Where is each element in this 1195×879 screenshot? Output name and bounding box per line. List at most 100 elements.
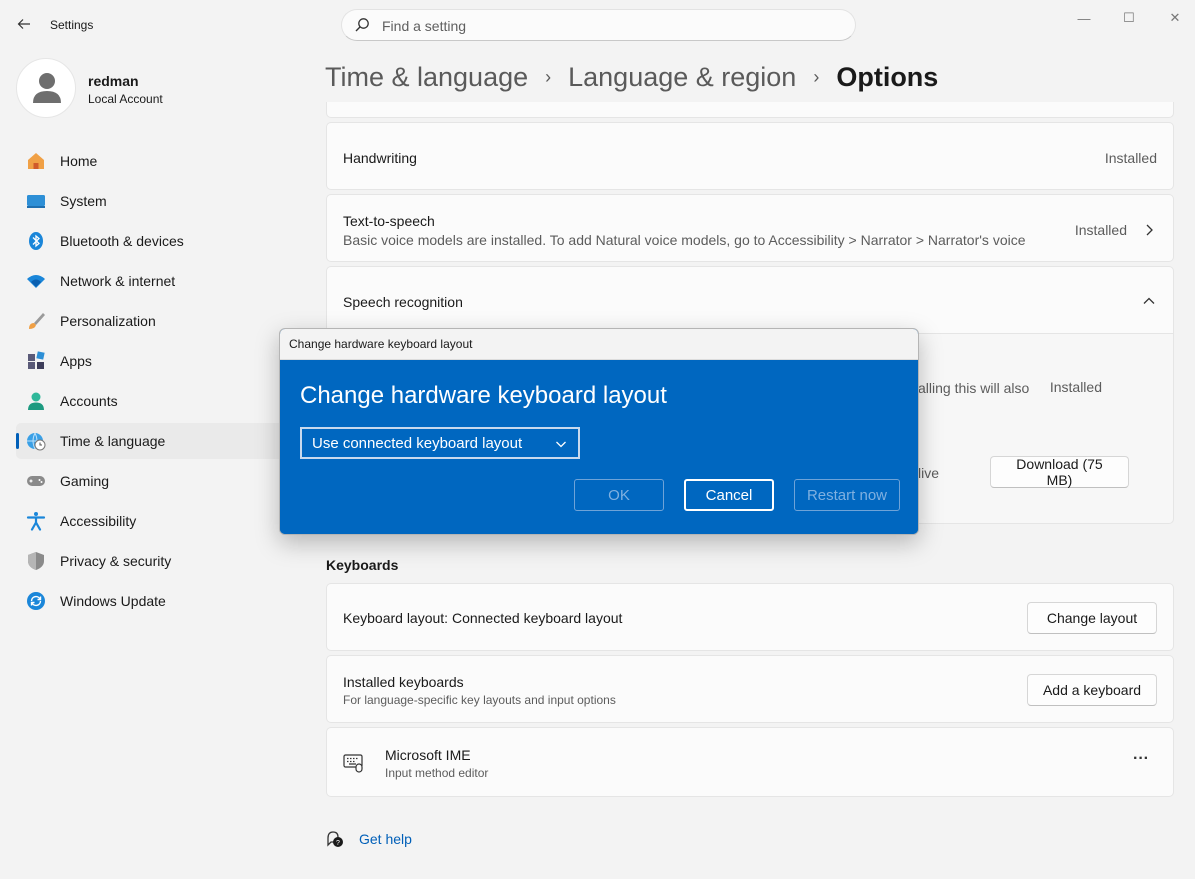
sidebar-item-personalization[interactable]: Personalization — [16, 303, 286, 339]
search-input[interactable] — [382, 16, 822, 36]
maximize-button[interactable]: ☐ — [1106, 6, 1152, 30]
sidebar-item-label: Network & internet — [60, 273, 176, 289]
close-icon: ✕ — [1169, 10, 1181, 25]
sidebar-item-time-language[interactable]: Time & language — [16, 423, 286, 459]
sidebar-item-bluetooth[interactable]: Bluetooth & devices — [16, 223, 286, 259]
dialog-heading: Change hardware keyboard layout — [300, 382, 667, 409]
keyboard-icon — [343, 754, 363, 773]
ime-title: Microsoft IME — [385, 747, 471, 763]
speech-title: Speech recognition — [343, 294, 463, 310]
tts-card[interactable]: Text-to-speech Basic voice models are in… — [326, 194, 1174, 262]
sidebar-item-label: Home — [60, 153, 98, 169]
sidebar-item-label: Apps — [60, 353, 92, 369]
gamepad-icon — [26, 471, 46, 491]
dialog-body: Change hardware keyboard layout Use conn… — [280, 360, 918, 534]
tts-status: Installed — [1074, 222, 1127, 238]
restart-now-button[interactable]: Restart now — [794, 479, 900, 511]
home-icon — [26, 151, 46, 171]
speech-card-header[interactable]: Speech recognition — [326, 266, 1174, 334]
download-button[interactable]: Download (75 MB) — [990, 456, 1129, 488]
ime-subtitle: Input method editor — [385, 766, 489, 780]
sidebar-item-system[interactable]: System — [16, 183, 286, 219]
keyboard-layout-select[interactable]: Use connected keyboard layout — [300, 427, 580, 459]
svg-text:?: ? — [336, 840, 340, 847]
shield-icon — [26, 551, 46, 571]
sidebar-item-label: Time & language — [60, 433, 166, 449]
breadcrumb-separator: › — [813, 66, 820, 87]
installed-keyboards-title: Installed keyboards — [343, 674, 464, 690]
account-type: Local Account — [88, 92, 163, 106]
sidebar-item-label: Windows Update — [60, 593, 166, 609]
breadcrumb-item-language-region[interactable]: Language & region — [568, 62, 796, 93]
card-cutoff — [326, 102, 1174, 118]
sidebar-item-label: System — [60, 193, 107, 209]
close-button[interactable]: ✕ — [1152, 6, 1195, 30]
title-bar: Settings — ☐ ✕ — [0, 0, 1195, 50]
arrow-left-icon — [17, 19, 30, 29]
sidebar-item-label: Bluetooth & devices — [60, 233, 184, 249]
get-help-label: Get help — [359, 831, 412, 847]
system-icon — [26, 191, 46, 211]
breadcrumb-separator: › — [545, 66, 552, 87]
search-box[interactable] — [341, 9, 856, 41]
change-layout-button[interactable]: Change layout — [1027, 602, 1157, 634]
accounts-icon — [26, 391, 46, 411]
brush-icon — [26, 311, 46, 331]
tts-subtitle: Basic voice models are installed. To add… — [343, 232, 1026, 248]
speech-status: Installed — [1049, 379, 1102, 395]
sidebar-item-home[interactable]: Home — [16, 143, 286, 179]
keyboard-layout-title: Keyboard layout: Connected keyboard layo… — [343, 610, 623, 626]
bluetooth-icon — [26, 231, 46, 251]
sidebar-item-label: Personalization — [60, 313, 156, 329]
change-layout-dialog: Change hardware keyboard layout Change h… — [279, 328, 919, 535]
sidebar-item-accounts[interactable]: Accounts — [16, 383, 286, 419]
sidebar-item-label: Privacy & security — [60, 553, 172, 569]
breadcrumb-item-time-language[interactable]: Time & language — [325, 62, 528, 93]
handwriting-title: Handwriting — [343, 150, 417, 166]
wifi-icon — [26, 271, 46, 291]
user-icon — [33, 73, 61, 103]
dialog-title-bar: Change hardware keyboard layout — [280, 329, 918, 360]
chevron-right-icon — [1146, 224, 1153, 236]
installed-keyboards-card: Installed keyboards For language-specifi… — [326, 655, 1174, 723]
add-keyboard-button[interactable]: Add a keyboard — [1027, 674, 1157, 706]
breadcrumb: Time & language › Language & region › Op… — [325, 58, 938, 96]
sidebar-item-label: Gaming — [60, 473, 110, 489]
chevron-down-icon — [556, 441, 566, 448]
minimize-button[interactable]: — — [1061, 6, 1107, 30]
search-icon — [355, 18, 369, 32]
page-title: Options — [836, 61, 939, 92]
sidebar-item-windows-update[interactable]: Windows Update — [16, 583, 286, 619]
sidebar-item-accessibility[interactable]: Accessibility — [16, 503, 286, 539]
speech-partial-text-2: live — [918, 465, 940, 481]
installed-keyboards-subtitle: For language-specific key layouts and in… — [343, 693, 616, 707]
apps-icon — [26, 351, 46, 371]
maximize-icon: ☐ — [1123, 10, 1135, 25]
cancel-button[interactable]: Cancel — [684, 479, 774, 511]
ime-card: Microsoft IME Input method editor ··· — [326, 727, 1174, 797]
help-icon: ? — [327, 831, 343, 847]
more-options-button[interactable]: ··· — [1133, 750, 1149, 768]
tts-title: Text-to-speech — [343, 213, 435, 229]
minimize-icon: — — [1077, 10, 1091, 26]
accessibility-icon — [26, 511, 46, 531]
back-button[interactable] — [12, 12, 36, 36]
speech-partial-text: alling this will also — [918, 380, 1030, 396]
sidebar-item-label: Accounts — [60, 393, 118, 409]
sidebar-item-label: Accessibility — [60, 513, 137, 529]
app-title: Settings — [50, 18, 94, 32]
user-name: redman — [88, 73, 139, 89]
handwriting-card: Handwriting Installed — [326, 122, 1174, 190]
ok-button[interactable]: OK — [574, 479, 664, 511]
update-icon — [26, 591, 46, 611]
sidebar-item-privacy[interactable]: Privacy & security — [16, 543, 286, 579]
keyboard-layout-card: Keyboard layout: Connected keyboard layo… — [326, 583, 1174, 651]
globe-clock-icon — [26, 431, 46, 451]
sidebar-item-network[interactable]: Network & internet — [16, 263, 286, 299]
chevron-up-icon — [1143, 297, 1155, 304]
get-help-link[interactable]: ? Get help — [326, 830, 412, 848]
sidebar-item-apps[interactable]: Apps — [16, 343, 286, 379]
avatar[interactable] — [16, 58, 76, 118]
select-value: Use connected keyboard layout — [312, 434, 523, 452]
sidebar-item-gaming[interactable]: Gaming — [16, 463, 286, 499]
